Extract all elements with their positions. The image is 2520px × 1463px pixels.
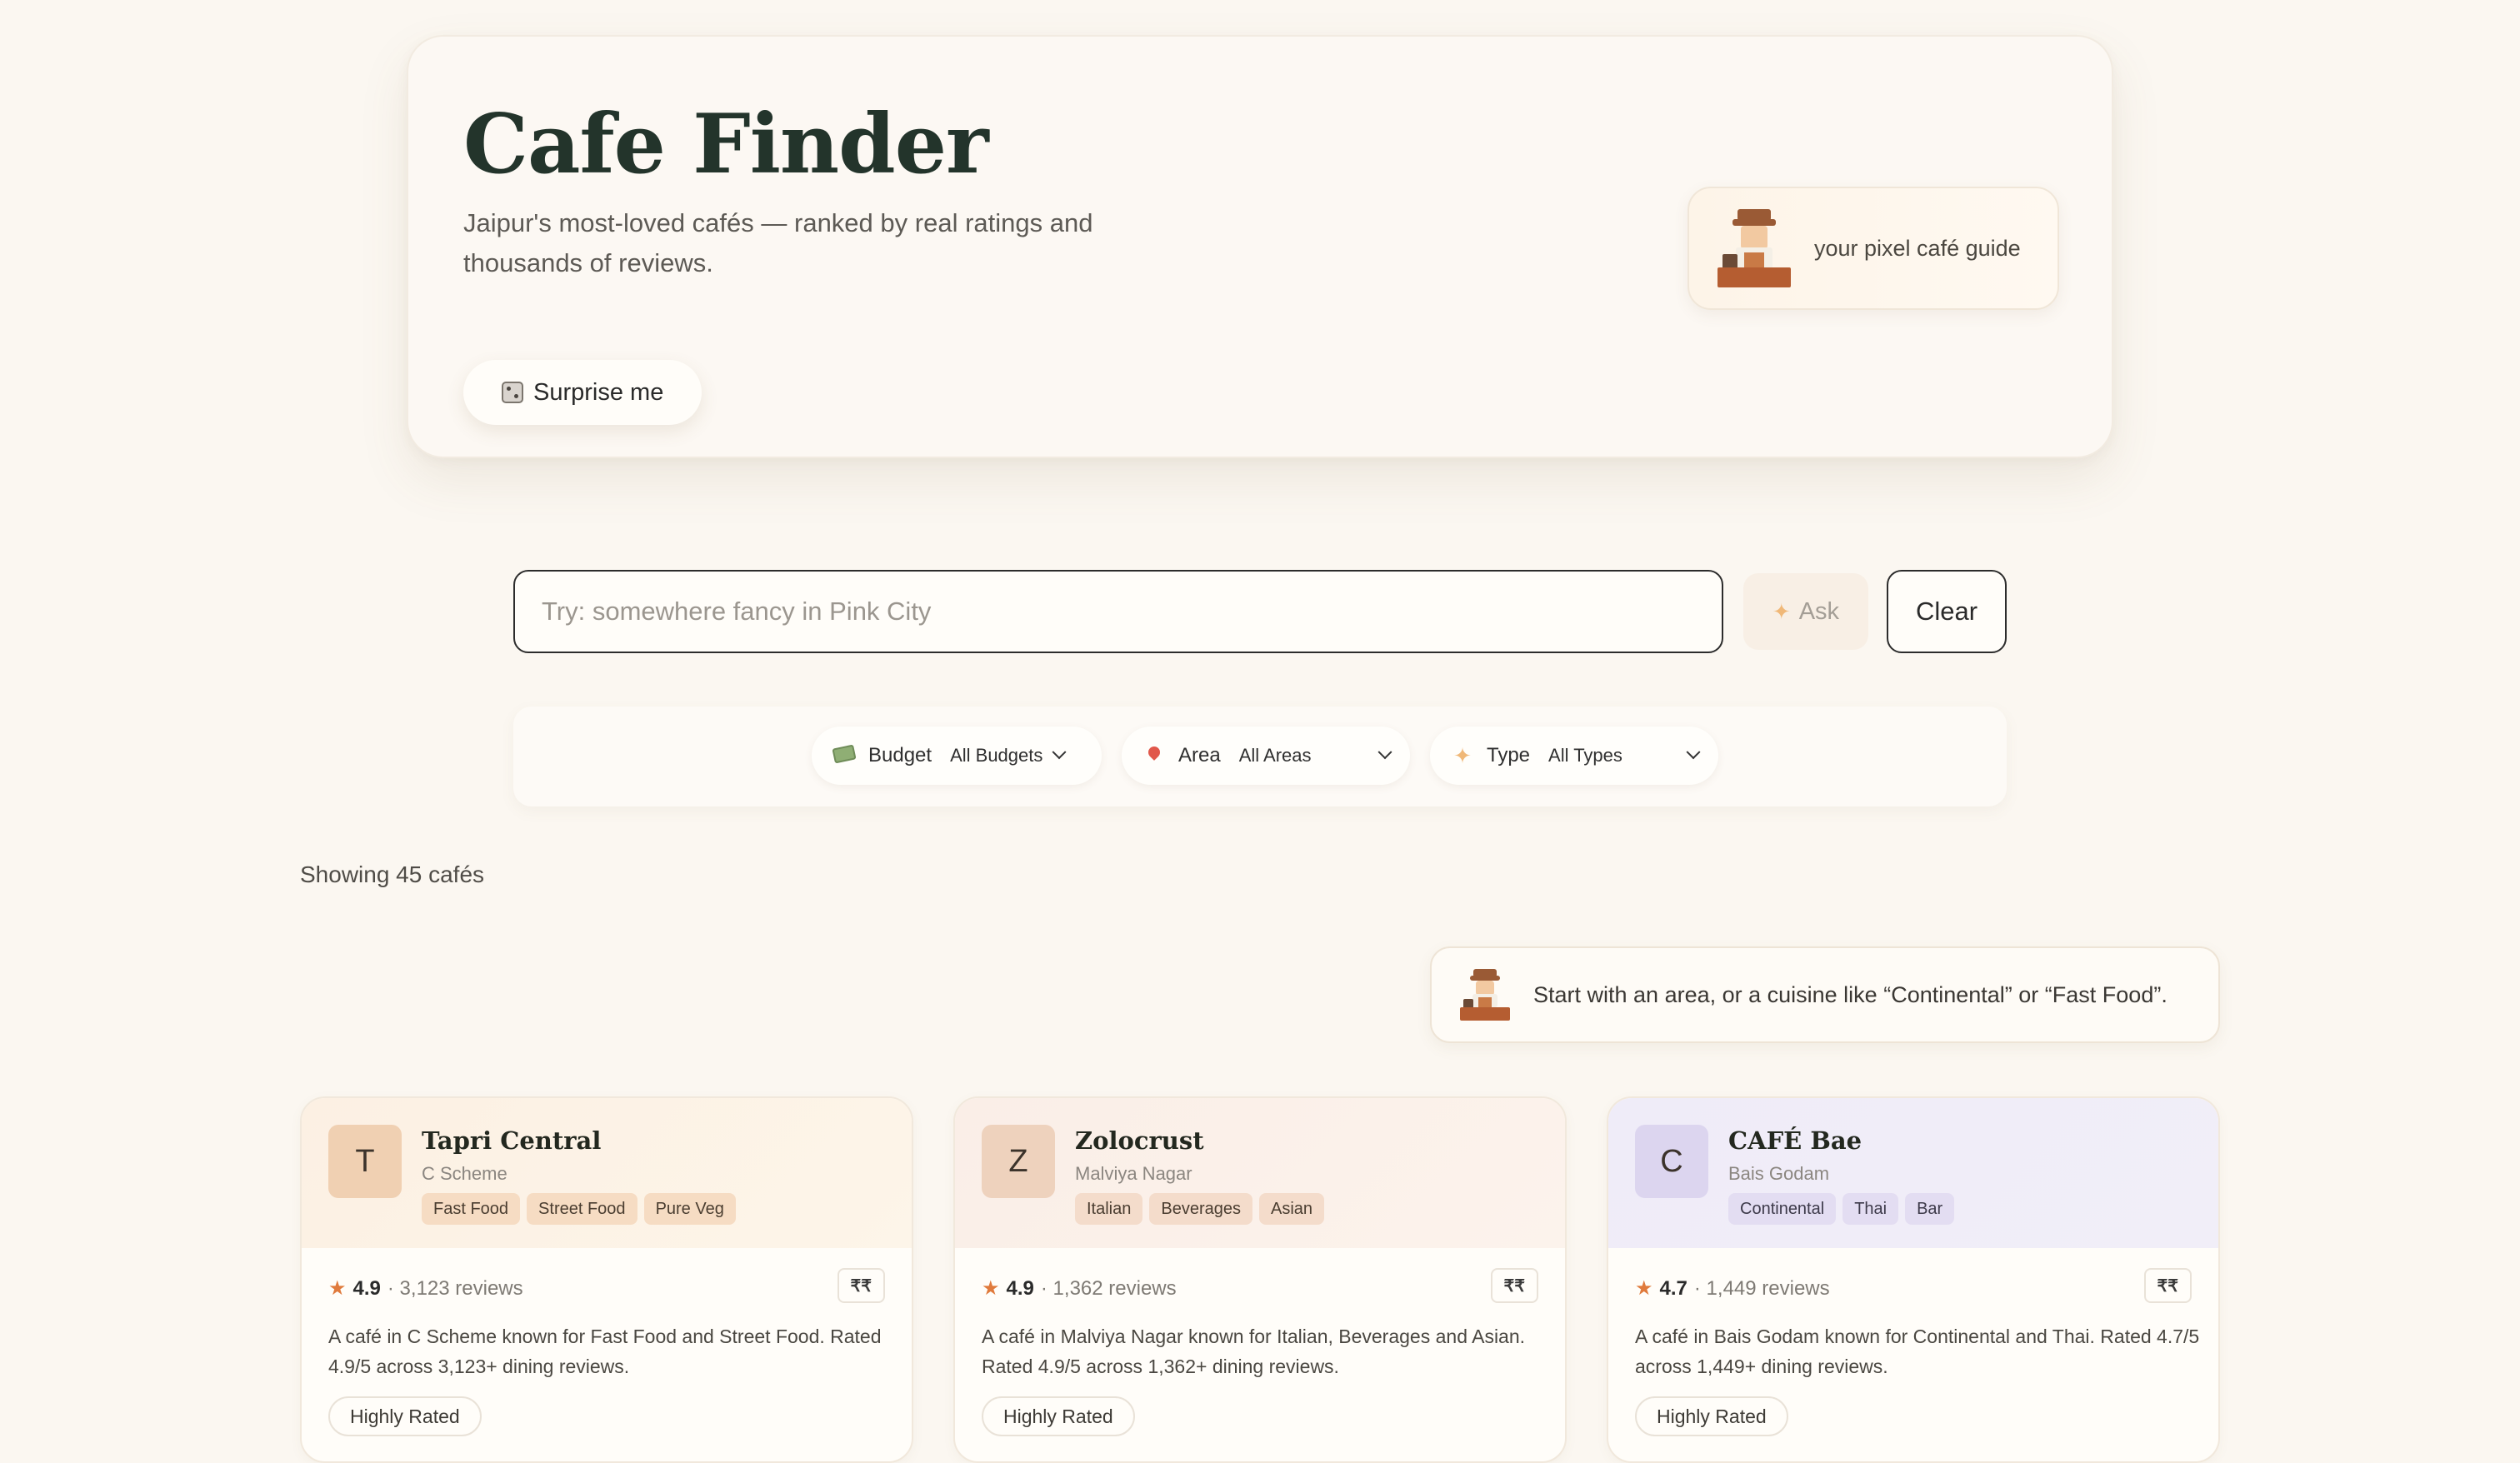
- chevron-down-icon: [1686, 745, 1701, 760]
- pixel-guide-label: your pixel café guide: [1814, 235, 2021, 261]
- area-filter-select[interactable]: Area All Areas: [1122, 727, 1410, 785]
- budget-filter-label: Budget: [868, 744, 932, 766]
- cafe-card-header: T Tapri Central C Scheme Fast Food Stree…: [302, 1098, 912, 1248]
- rating-value: 4.9: [1006, 1276, 1034, 1300]
- chevron-down-icon: [1052, 745, 1067, 760]
- cafe-card-header: Z Zolocrust Malviya Nagar Italian Bevera…: [955, 1098, 1565, 1248]
- cuisine-tag: Italian: [1075, 1193, 1143, 1225]
- price-badge: ₹₹: [2143, 1268, 2192, 1303]
- rating-value: 4.9: [352, 1276, 381, 1300]
- type-filter-value: All Types: [1548, 745, 1622, 766]
- cuisine-tag: Fast Food: [422, 1193, 521, 1225]
- page-title: Cafe Finder: [463, 97, 989, 192]
- page-subtitle: Jaipur's most-loved cafés — ranked by re…: [463, 208, 1093, 277]
- guide-tip-text: Start with an area, or a cuisine like “C…: [1533, 981, 2168, 1007]
- cafe-tags: Italian Beverages Asian: [1075, 1193, 1325, 1225]
- surprise-me-label: Surprise me: [533, 378, 664, 406]
- sparkle-icon: ✦: [1772, 598, 1791, 624]
- cuisine-tag: Thai: [1842, 1193, 1899, 1225]
- cafe-description: A café in Bais Godam known for Continent…: [1635, 1326, 2200, 1377]
- filter-bar: Budget All Budgets Area All Areas ✦ Type…: [513, 707, 2007, 806]
- review-count: · 1,449 reviews: [1693, 1276, 1830, 1300]
- area-filter-value: All Areas: [1238, 745, 1312, 766]
- search-input[interactable]: [513, 570, 1723, 653]
- cafe-avatar: T: [328, 1125, 402, 1198]
- clear-button[interactable]: Clear: [1887, 570, 2007, 653]
- results-count: Showing 45 cafés: [300, 861, 485, 887]
- star-icon: ★: [328, 1277, 347, 1300]
- rating-row: ★ 4.7 · 1,449 reviews: [1635, 1276, 1830, 1301]
- cafe-area: Malviya Nagar: [1075, 1163, 1192, 1184]
- cuisine-tag: Continental: [1728, 1193, 1837, 1225]
- barista-mascot-icon: [1460, 969, 1510, 1021]
- money-icon: [832, 744, 857, 767]
- price-badge: ₹₹: [1490, 1268, 1538, 1303]
- cafe-avatar: Z: [982, 1125, 1055, 1198]
- cafe-name: CAFÉ Bae: [1728, 1126, 1862, 1155]
- cuisine-tag: Asian: [1259, 1193, 1325, 1225]
- cafe-card-header: C CAFÉ Bae Bais Godam Continental Thai B…: [1608, 1098, 2218, 1248]
- guide-tip-bubble: Start with an area, or a cuisine like “C…: [1430, 946, 2220, 1043]
- chevron-down-icon: [1378, 745, 1392, 760]
- rating-row: ★ 4.9 · 1,362 reviews: [982, 1276, 1177, 1301]
- pin-icon: [1142, 744, 1167, 767]
- surprise-me-button[interactable]: Surprise me: [463, 360, 702, 425]
- highly-rated-badge: Highly Rated: [328, 1396, 482, 1436]
- cuisine-tag: Bar: [1905, 1193, 1955, 1225]
- cafe-tags: Continental Thai Bar: [1728, 1193, 1955, 1225]
- type-filter-label: Type: [1487, 744, 1531, 766]
- ask-button[interactable]: ✦ Ask: [1743, 573, 1868, 650]
- cafe-description: A café in C Scheme known for Fast Food a…: [328, 1326, 882, 1377]
- rating-value: 4.7: [1659, 1276, 1688, 1300]
- highly-rated-badge: Highly Rated: [1635, 1396, 1788, 1436]
- dice-icon: [502, 382, 523, 403]
- price-badge: ₹₹: [837, 1268, 885, 1303]
- cuisine-tag: Beverages: [1149, 1193, 1252, 1225]
- cafe-card[interactable]: T Tapri Central C Scheme Fast Food Stree…: [300, 1096, 913, 1463]
- budget-filter-select[interactable]: Budget All Budgets: [812, 727, 1102, 785]
- star-icon: ★: [982, 1277, 1000, 1300]
- cafe-area: C Scheme: [422, 1163, 508, 1184]
- cafe-area: Bais Godam: [1728, 1163, 1830, 1184]
- cuisine-tag: Street Food: [527, 1193, 638, 1225]
- type-filter-select[interactable]: ✦ Type All Types: [1430, 727, 1718, 785]
- cafe-description: A café in Malviya Nagar known for Italia…: [982, 1326, 1526, 1377]
- cafe-card[interactable]: Z Zolocrust Malviya Nagar Italian Bevera…: [953, 1096, 1567, 1463]
- rating-row: ★ 4.9 · 3,123 reviews: [328, 1276, 523, 1301]
- budget-filter-value: All Budgets: [950, 745, 1043, 766]
- area-filter-label: Area: [1178, 744, 1221, 766]
- hero-card: Cafe Finder Jaipur's most-loved cafés — …: [407, 35, 2113, 458]
- barista-mascot-icon: [1718, 209, 1791, 287]
- sparkle-icon: ✦: [1453, 742, 1472, 768]
- cafe-name: Zolocrust: [1075, 1126, 1204, 1155]
- highly-rated-badge: Highly Rated: [982, 1396, 1135, 1436]
- review-count: · 3,123 reviews: [387, 1276, 523, 1300]
- ask-label: Ask: [1798, 597, 1840, 625]
- review-count: · 1,362 reviews: [1040, 1276, 1177, 1300]
- cafe-name: Tapri Central: [422, 1126, 602, 1155]
- star-icon: ★: [1635, 1277, 1653, 1300]
- cafe-tags: Fast Food Street Food Pure Veg: [422, 1193, 736, 1225]
- cafe-avatar: C: [1635, 1125, 1708, 1198]
- cafe-card[interactable]: C CAFÉ Bae Bais Godam Continental Thai B…: [1607, 1096, 2220, 1463]
- cuisine-tag: Pure Veg: [643, 1193, 736, 1225]
- pixel-guide-card: your pixel café guide: [1688, 187, 2059, 310]
